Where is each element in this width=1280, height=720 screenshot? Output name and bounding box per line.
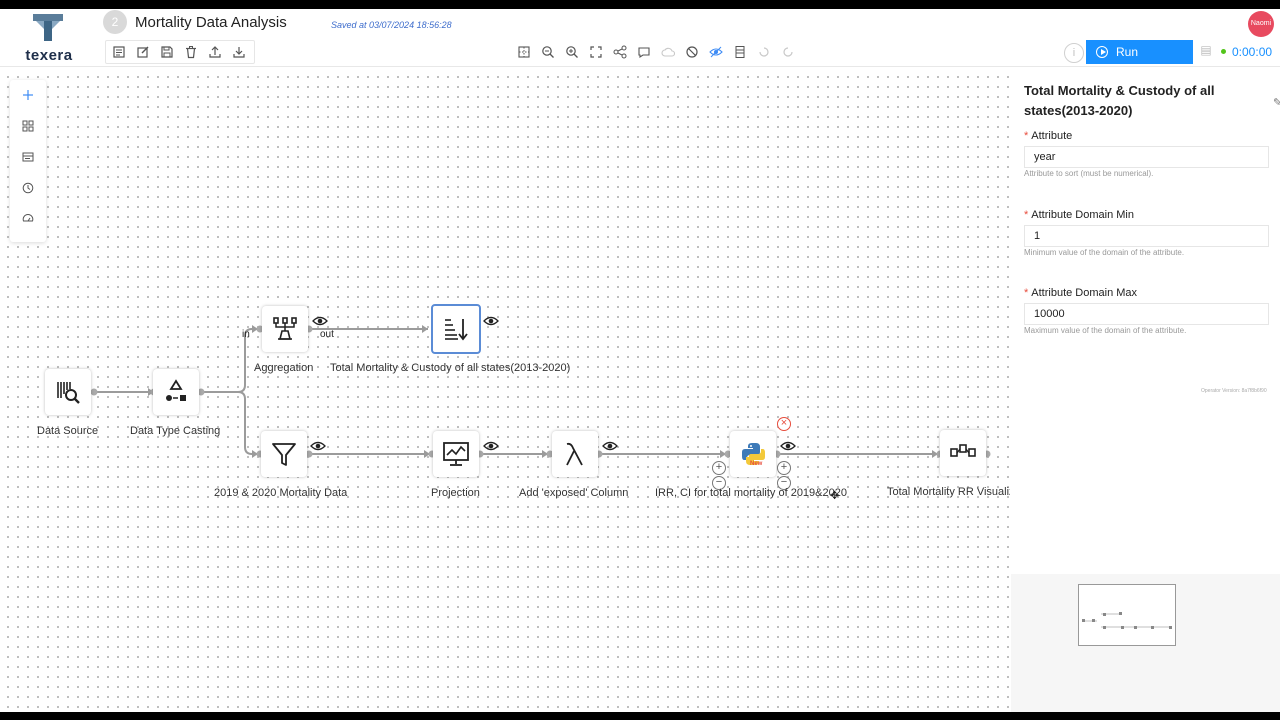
texera-app: texera 2 Mortality Data Analysis Saved a…: [0, 9, 1280, 712]
operator-sort-selected[interactable]: [431, 304, 481, 354]
save-results-icon[interactable]: ▤: [1196, 43, 1216, 63]
field-help: Attribute to sort (must be numerical).: [1024, 169, 1154, 178]
operator-lambda[interactable]: [552, 431, 598, 477]
dataset-icon[interactable]: [10, 142, 46, 172]
monitor-chart-icon: [443, 442, 469, 466]
domain-max-input[interactable]: 10000: [1024, 303, 1269, 325]
field-help: Maximum value of the domain of the attri…: [1024, 326, 1187, 335]
undo-icon[interactable]: [753, 41, 775, 63]
operator-property-panel: Total Mortality & Custody of all states(…: [1011, 68, 1280, 574]
eye-icon[interactable]: [780, 441, 796, 451]
sort-descending-icon: [445, 319, 468, 341]
field-help: Minimum value of the domain of the attri…: [1024, 248, 1185, 257]
view-result-icon[interactable]: [705, 41, 727, 63]
new-badge: New: [750, 461, 763, 467]
texera-logo[interactable]: texera: [18, 13, 80, 64]
workflow-file-toolbar: [105, 40, 255, 64]
operator-label: 2019 & 2020 Mortality Data: [214, 487, 348, 499]
operator-label: Add 'exposed' Column: [519, 487, 629, 499]
minimap[interactable]: [1078, 584, 1176, 646]
download-icon[interactable]: [228, 41, 250, 63]
page-icon[interactable]: [108, 41, 130, 63]
port-out-label: out: [320, 329, 334, 340]
eye-icon[interactable]: [483, 441, 499, 451]
save-icon[interactable]: [156, 41, 178, 63]
port-in-label: in: [242, 329, 250, 340]
cloud-icon[interactable]: [657, 41, 679, 63]
add-icon[interactable]: [10, 80, 46, 110]
barcode-search-icon: [57, 382, 80, 404]
operator-data-source[interactable]: [45, 369, 91, 415]
remove-operator-icon[interactable]: ×: [777, 417, 791, 431]
operator-visualization[interactable]: [940, 430, 986, 476]
dashboard-icon[interactable]: [10, 204, 46, 234]
field-label-domain-min: * Attribute Domain Min: [1024, 209, 1134, 221]
run-label: Run: [1116, 45, 1139, 59]
comment-icon[interactable]: [633, 41, 655, 63]
cache-icon[interactable]: [729, 41, 751, 63]
operator-version: Operator Version: 8a7f8b6f90: [1201, 388, 1267, 394]
operator-label: IRR, CI for total mortality of 2019&2020: [655, 487, 847, 499]
grid-icon[interactable]: [513, 41, 535, 63]
operator-python-udf[interactable]: New: [730, 431, 776, 477]
operator-projection[interactable]: [433, 431, 479, 477]
fullscreen-icon[interactable]: [585, 41, 607, 63]
run-button[interactable]: Run: [1086, 40, 1193, 64]
filter-icon: [272, 443, 296, 466]
field-label-domain-max: * Attribute Domain Max: [1024, 287, 1138, 299]
avatar[interactable]: Naomi: [1248, 11, 1274, 37]
operator-label: Total Mortality RR Visualiz: [887, 486, 1010, 498]
operator-label: Aggregation: [254, 362, 314, 374]
workflow-canvas[interactable]: Data Source Data Type Casting in out Agg…: [0, 68, 1010, 712]
eye-icon[interactable]: [483, 316, 499, 326]
upload-icon[interactable]: [204, 41, 226, 63]
eye-icon[interactable]: [310, 441, 326, 451]
field-label-attribute: * Attribute: [1024, 130, 1073, 142]
info-icon[interactable]: i: [1064, 43, 1084, 63]
share-icon[interactable]: [609, 41, 631, 63]
texera-logo-icon: [33, 14, 63, 41]
zoom-out-icon[interactable]: [537, 41, 559, 63]
redo-icon[interactable]: [777, 41, 799, 63]
aggregate-icon: [273, 317, 297, 340]
minimap-preview: [1082, 612, 1172, 629]
header-bar: texera 2 Mortality Data Analysis Saved a…: [0, 9, 1280, 67]
shapes-transform-icon: [166, 379, 186, 401]
edit-title-icon[interactable]: ✎: [1273, 96, 1280, 109]
side-toolbar: [10, 80, 46, 242]
move-cursor-icon: ✥: [830, 490, 840, 502]
operator-label: Total Mortality & Custody of all states(…: [330, 362, 571, 374]
workflow-title[interactable]: Mortality Data Analysis: [135, 14, 287, 31]
play-icon: [1096, 46, 1108, 58]
edit-icon[interactable]: [132, 41, 154, 63]
operator-label: Data Type Casting: [130, 425, 221, 437]
add-output-port-icon[interactable]: +: [777, 461, 791, 475]
panel-title: Total Mortality & Custody of all states(…: [1024, 83, 1215, 118]
lambda-icon: [566, 442, 583, 466]
operator-label: Projection: [431, 487, 480, 499]
history-icon[interactable]: [10, 173, 46, 203]
zoom-in-icon[interactable]: [561, 41, 583, 63]
operator-aggregation[interactable]: [262, 306, 308, 352]
execution-timer: 0:00:00: [1232, 45, 1273, 59]
status-dot: [1221, 49, 1226, 54]
delete-icon[interactable]: [180, 41, 202, 63]
logo-text: texera: [25, 47, 73, 64]
workflow-edit-toolbar: [513, 40, 801, 64]
domain-min-input[interactable]: 1: [1024, 225, 1269, 247]
operators-icon[interactable]: [10, 111, 46, 141]
operator-label: Data Source: [37, 425, 99, 437]
attribute-input[interactable]: year: [1024, 146, 1269, 168]
flow-chart-icon: [950, 444, 976, 457]
workflow-number-badge: 2: [103, 10, 127, 34]
operator-type-casting[interactable]: [153, 369, 199, 415]
operator-filter[interactable]: [261, 431, 307, 477]
add-input-port-icon[interactable]: +: [712, 461, 726, 475]
eye-icon[interactable]: [602, 441, 618, 451]
eye-icon[interactable]: [312, 316, 328, 326]
minimap-container: [1011, 574, 1280, 712]
saved-status: Saved at 03/07/2024 18:56:28: [331, 20, 452, 30]
disable-icon[interactable]: [681, 41, 703, 63]
operator-links: [90, 325, 991, 458]
